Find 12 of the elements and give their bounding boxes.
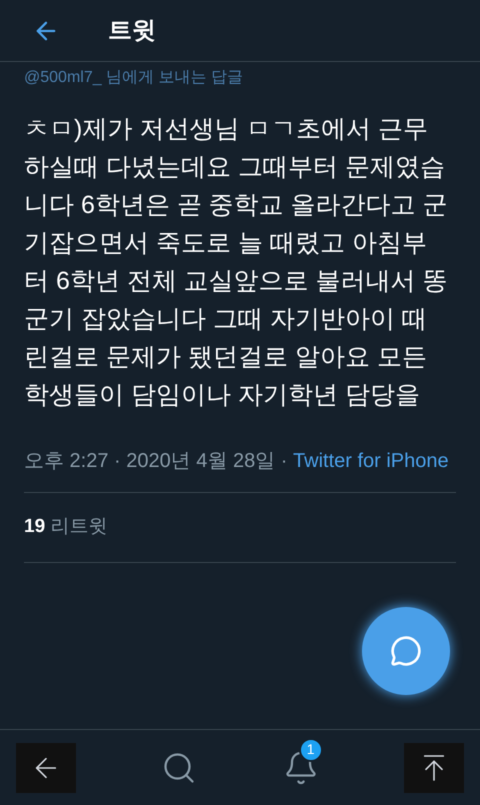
- retweet-label: 리트윗: [50, 516, 108, 537]
- source-link[interactable]: Twitter for iPhone: [293, 450, 449, 472]
- tweet-text: ㅊㅁ)제가 저선생님 ㅁㄱ초에서 근무하실때 다녔는데요 그때부터 문제였습니다 6학년은 곧 중학교 올라간다고 군기잡으면서 죽도로 늘 때렸고 아침부터 6학년 전체 교실앞으로 불러내서 똥군기 잡았습니다 그때 자기반아이 때린걸로 문제가 됐던걸로 알아요 모든학생들이 담임이나 자기학년 담당을: [24, 114, 449, 411]
- back-button[interactable]: [16, 742, 76, 792]
- speech-bubble-icon: [390, 635, 422, 667]
- compose-reply-button[interactable]: [362, 607, 450, 695]
- page-title: 트윗: [108, 16, 156, 46]
- retweet-count: 19: [24, 516, 46, 537]
- scroll-top-button[interactable]: [404, 742, 464, 792]
- tweet-meta: 오후 2:27 · 2020년 4월 28일 · Twitter for iPhone: [24, 449, 450, 474]
- reply-context: @500ml7_ 님에게 보내는 답글: [24, 68, 244, 88]
- notification-badge: 1: [298, 738, 323, 762]
